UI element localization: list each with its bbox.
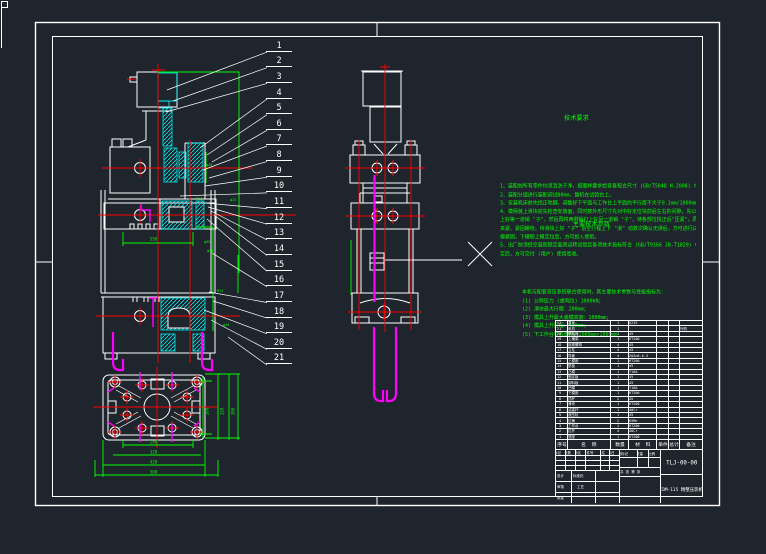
role-label: 设计 bbox=[557, 474, 564, 479]
plan-dimension-vertical: 380 bbox=[231, 395, 236, 415]
technical-parameters-title: 主要技术参数 bbox=[550, 221, 632, 230]
callout-number: 17 bbox=[266, 286, 292, 302]
cad-drawing-canvas: 123456789101112131415161718192021 技术要求 1… bbox=[0, 0, 766, 554]
technical-requirement-line: 1、装配前所有零件均须清洗干净，按图样要求检查各配合尺寸 (GB/T5048 H… bbox=[500, 182, 696, 190]
drawing-number-zone: TLJ-00-00 CDM-115 精整压装机 bbox=[661, 450, 702, 503]
plan-dimension-vertical: 320 bbox=[220, 395, 225, 415]
callout-number: 19 bbox=[266, 318, 292, 334]
technical-parameter-line: (1) 公称压力 (或吨位) 1000kN； bbox=[522, 297, 700, 305]
plan-dimension-vertical: 260 bbox=[205, 395, 210, 415]
callout-number: 21 bbox=[266, 349, 292, 365]
callout-number-column: 123456789101112131415161718192021 bbox=[266, 36, 292, 364]
bom-header: 备注 bbox=[686, 441, 696, 448]
revision-label: 标记 bbox=[556, 450, 561, 455]
dim-marker: φ40 bbox=[206, 163, 212, 167]
callout-number: 12 bbox=[266, 208, 292, 224]
product-name: CDM-115 精整压装机 bbox=[661, 486, 702, 492]
role-label: 标准化 bbox=[573, 474, 584, 479]
revision-label: 年月日 bbox=[610, 450, 615, 455]
revision-label: 签名 bbox=[601, 450, 605, 455]
technical-parameter-line: 本机与配套液压系统联合使用时，其主要技术参数与性能指标为： bbox=[522, 288, 700, 296]
callout-number: 8 bbox=[266, 145, 292, 161]
bom-header: 材 料 bbox=[635, 441, 650, 448]
stage-label: 阶段标记 bbox=[620, 451, 628, 456]
callout-number: 6 bbox=[266, 114, 292, 130]
revision-signature-zone: 标记 处数 分区 更改文件号 签名 年月日 设计 标准化 bbox=[556, 450, 620, 503]
callout-number: 2 bbox=[266, 52, 292, 68]
dim-marker: φ35 bbox=[204, 240, 210, 244]
revision-label: 分区 bbox=[576, 450, 581, 455]
callout-number: 10 bbox=[266, 177, 292, 193]
callout-number: 4 bbox=[266, 83, 292, 99]
callout-number: 16 bbox=[266, 271, 292, 287]
plan-dimension: 240 bbox=[150, 440, 157, 445]
callout-number: 1 bbox=[266, 36, 292, 52]
bom-header: 总计 bbox=[669, 441, 679, 448]
revision-label: 更改文件号 bbox=[586, 450, 593, 455]
role-label: 批准 bbox=[557, 496, 564, 501]
callout-number: 7 bbox=[266, 130, 292, 146]
sheet-label: 共 张 第 张 bbox=[620, 470, 640, 475]
front-view-dimension: 550 bbox=[150, 237, 157, 242]
callout-number: 20 bbox=[266, 333, 292, 349]
bom-header: 数量 bbox=[615, 441, 625, 448]
ucs-origin-marker bbox=[2, 2, 8, 49]
title-block-lower: 标记 处数 分区 更改文件号 签名 年月日 设计 标准化 bbox=[556, 450, 702, 503]
dim-marker: φ30 bbox=[223, 323, 229, 327]
revision-label: 处数 bbox=[566, 450, 571, 455]
callout-number: 13 bbox=[266, 224, 292, 240]
plan-dimension: 320 bbox=[150, 450, 157, 455]
bom-table: 22 罩壳 1 Q235 21 电机 1 外购 20 联轴器 bbox=[556, 321, 702, 440]
dim-marker: φ50 bbox=[207, 249, 213, 253]
callout-number: 14 bbox=[266, 239, 292, 255]
dim-marker: φ25 bbox=[230, 198, 236, 202]
bom-header: 序号 bbox=[557, 441, 567, 448]
bom-header: 名 称 bbox=[581, 441, 596, 448]
stage-label: 质量 bbox=[638, 451, 643, 456]
bom-header: 单件 bbox=[658, 441, 668, 448]
role-label: 工艺 bbox=[577, 485, 584, 490]
callout-number: 18 bbox=[266, 302, 292, 318]
plan-view bbox=[93, 367, 240, 477]
stage-zone: 阶段标记 质量 比例 共 张 第 张 bbox=[620, 450, 661, 503]
dim-marker: M12 bbox=[217, 289, 223, 293]
title-block: 22 罩壳 1 Q235 21 电机 1 外购 20 联轴器 bbox=[555, 320, 703, 497]
technical-requirements-title: 技术要求 bbox=[531, 115, 621, 124]
break-mark-x bbox=[468, 242, 492, 266]
callout-number: 9 bbox=[266, 161, 292, 177]
side-elevation-view bbox=[345, 64, 462, 401]
role-label: 审核 bbox=[557, 485, 564, 490]
stage-label: 比例 bbox=[649, 451, 654, 456]
callout-number: 15 bbox=[266, 255, 292, 271]
dim-marker: M16 bbox=[196, 197, 202, 201]
callout-number: 3 bbox=[266, 67, 292, 83]
plan-dimension: 420 bbox=[150, 460, 157, 465]
callout-number: 11 bbox=[266, 192, 292, 208]
technical-parameter-line: (2) 滑块最大行程：200mm； bbox=[522, 305, 700, 313]
drawing-number: TLJ-00-00 bbox=[666, 459, 697, 465]
plan-dimension: 500 bbox=[150, 470, 157, 475]
bom-header-row: 序号 名 称 数量 材 料 单件 总计 备注 bbox=[556, 440, 702, 450]
callout-number: 5 bbox=[266, 99, 292, 115]
